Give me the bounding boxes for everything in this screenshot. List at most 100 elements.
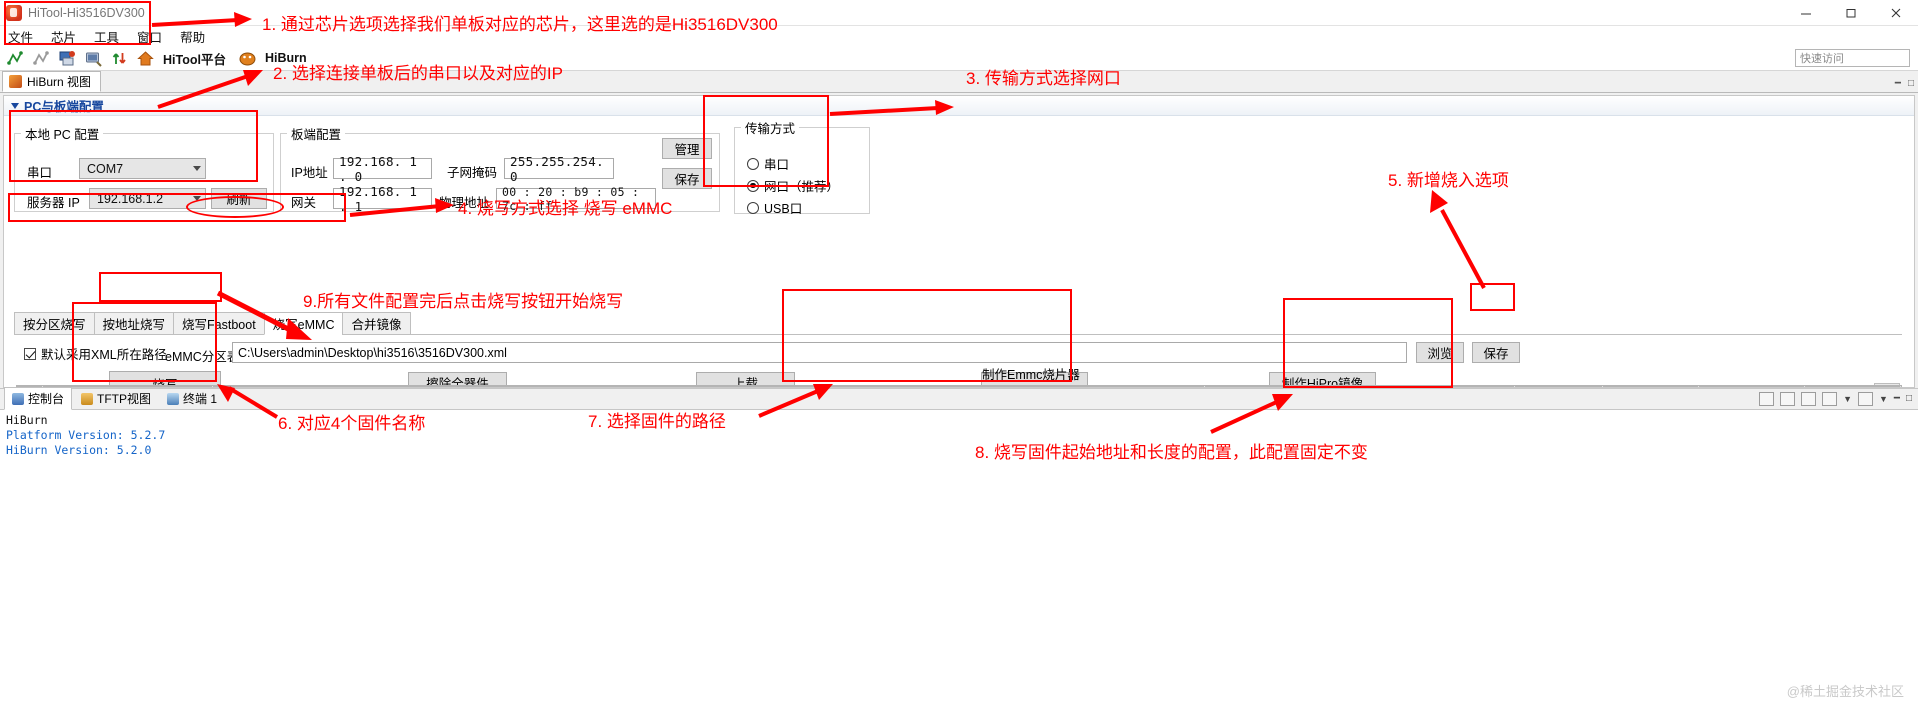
hiburn-icon[interactable] xyxy=(239,50,256,67)
minimize-button[interactable] xyxy=(1783,0,1828,26)
transfer-icon[interactable] xyxy=(59,50,76,67)
view-maximize-icon[interactable]: □ xyxy=(1908,78,1914,89)
board-config-legend: 板端配置 xyxy=(287,124,345,143)
tab-burn-by-address[interactable]: 按地址烧写 xyxy=(94,312,175,335)
checkbox-icon[interactable] xyxy=(24,348,36,360)
browse-button[interactable]: 浏览 xyxy=(1416,342,1464,363)
burn-method-tabs: 按分区烧写 按地址烧写 烧写Fastboot 烧写eMMC 合并镜像 xyxy=(14,312,410,335)
collapse-triangle-icon[interactable] xyxy=(11,103,19,109)
tab-burn-fastboot[interactable]: 烧写Fastboot xyxy=(173,312,265,335)
window-controls xyxy=(1783,0,1918,26)
maximize-button[interactable] xyxy=(1828,0,1873,26)
console-icon xyxy=(12,393,24,405)
view-tab-hiburn[interactable]: HiBurn 视图 xyxy=(2,71,101,92)
console-output[interactable]: HiBurn Platform Version: 5.2.7 HiBurn Ve… xyxy=(0,409,1918,706)
manage-button[interactable]: 管理 xyxy=(662,138,712,159)
board-ip-label: IP地址 xyxy=(291,162,328,181)
tftp-icon xyxy=(81,393,93,405)
terminal-icon[interactable] xyxy=(85,50,102,67)
menu-item-tools[interactable]: 工具 xyxy=(92,26,121,47)
app-logo-icon xyxy=(6,5,22,21)
transfer-option-label: USB口 xyxy=(764,198,802,217)
console-action-3-icon[interactable] xyxy=(1801,392,1816,406)
view-tab-label: HiBurn 视图 xyxy=(27,73,91,90)
subnet-mask-input[interactable]: 255.255.254. 0 xyxy=(504,158,614,179)
local-pc-legend: 本地 PC 配置 xyxy=(21,124,103,143)
toolbar-hiburn-label[interactable]: HiBurn xyxy=(265,51,307,65)
bottom-tab-label: TFTP视图 xyxy=(97,390,151,407)
main-panel: PC与板端配置 本地 PC 配置 串口 COM7 服务器 IP 192.168.… xyxy=(3,95,1915,388)
subnet-mask-label: 子网掩码 xyxy=(447,162,497,181)
chevron-down-icon-2[interactable]: ▼ xyxy=(1879,394,1888,404)
application-window: HiTool-Hi3516DV300 文件 芯片 工具 窗口 帮助 xyxy=(0,0,1918,706)
minimize-panel-icon[interactable]: ━ xyxy=(1894,393,1900,404)
server-ip-value: 192.168.1.2 xyxy=(97,192,163,206)
console-action-2-icon[interactable] xyxy=(1780,392,1795,406)
bottom-tab-strip: 控制台 TFTP视图 终端 1 ▼ ▼ ━ □ xyxy=(0,388,1918,409)
chevron-down-icon xyxy=(193,166,201,171)
bottom-tab-label: 终端 1 xyxy=(183,390,217,407)
local-pc-config-group: 本地 PC 配置 串口 COM7 服务器 IP 192.168.1.2 刷新 xyxy=(14,124,274,212)
hiburn-tab-icon xyxy=(9,75,22,88)
radio-icon[interactable] xyxy=(747,202,759,214)
bottom-tab-label: 控制台 xyxy=(28,390,64,407)
bottom-tab-terminal[interactable]: 终端 1 xyxy=(160,388,224,409)
view-tab-strip: HiBurn 视图 ━ □ xyxy=(0,71,1918,93)
transfer-option-label: 网口（推荐） xyxy=(764,176,839,195)
toolbar: HiTool平台 HiBurn 快速访问 xyxy=(0,46,1918,71)
radio-icon[interactable] xyxy=(747,158,759,170)
console-action-1-icon[interactable] xyxy=(1759,392,1774,406)
refresh-button[interactable]: 刷新 xyxy=(211,188,267,209)
chevron-down-icon[interactable]: ▼ xyxy=(1843,394,1852,404)
transfer-mode-legend: 传输方式 xyxy=(741,118,799,137)
terminal-icon xyxy=(167,393,179,405)
view-tab-window-actions: ━ □ xyxy=(1895,78,1914,89)
tab-burn-by-partition[interactable]: 按分区烧写 xyxy=(14,312,95,335)
home-icon[interactable] xyxy=(137,50,154,67)
console-line: Platform Version: 5.2.7 xyxy=(6,428,1912,443)
menu-item-chip[interactable]: 芯片 xyxy=(49,26,78,47)
view-minimize-icon[interactable]: ━ xyxy=(1895,78,1901,89)
window-title: HiTool-Hi3516DV300 xyxy=(28,6,145,20)
pc-board-config-header[interactable]: PC与板端配置 xyxy=(4,96,1914,116)
board-config-group: 板端配置 IP地址 192.168. 1 . 0 网关 192.168. 1 .… xyxy=(280,124,720,212)
transfer-option-usb[interactable]: USB口 xyxy=(747,198,802,217)
server-ip-select[interactable]: 192.168.1.2 xyxy=(89,188,206,209)
menu-bar: 文件 芯片 工具 窗口 帮助 xyxy=(0,26,1918,46)
serial-port-select[interactable]: COM7 xyxy=(79,158,206,179)
emmc-partition-file-input[interactable]: C:\Users\admin\Desktop\hi3516\3516DV300.… xyxy=(232,342,1407,363)
bottom-tab-console[interactable]: 控制台 xyxy=(4,387,72,410)
transfer-option-network[interactable]: 网口（推荐） xyxy=(747,176,839,195)
net-disabled-icon[interactable] xyxy=(33,50,50,67)
server-ip-label: 服务器 IP xyxy=(27,192,80,211)
tab-burn-emmc[interactable]: 烧写eMMC xyxy=(264,312,344,335)
default-xml-path-checkbox-row[interactable]: 默认采用XML所在路径 xyxy=(24,344,167,363)
mac-address-label: 物理地址 xyxy=(439,192,489,211)
net-icon[interactable] xyxy=(7,50,24,67)
xml-save-button[interactable]: 保存 xyxy=(1472,342,1520,363)
console-action-4-icon[interactable] xyxy=(1822,392,1837,406)
group-title: PC与板端配置 xyxy=(24,96,104,115)
menu-item-help[interactable]: 帮助 xyxy=(178,26,207,47)
updown-arrows-icon[interactable] xyxy=(111,50,128,67)
transfer-option-serial[interactable]: 串口 xyxy=(747,154,789,173)
menu-item-file[interactable]: 文件 xyxy=(6,26,35,47)
mac-address-input[interactable]: 00 : 20 : b9 : 05 : 7c : ff xyxy=(496,188,656,209)
title-bar: HiTool-Hi3516DV300 xyxy=(0,0,1918,26)
menu-item-window[interactable]: 窗口 xyxy=(135,26,164,47)
radio-selected-icon[interactable] xyxy=(747,180,759,192)
toolbar-platform-label[interactable]: HiTool平台 xyxy=(163,49,226,68)
maximize-panel-icon[interactable]: □ xyxy=(1906,393,1912,404)
serial-port-value: COM7 xyxy=(87,162,123,176)
console-action-5-icon[interactable] xyxy=(1858,392,1873,406)
transfer-mode-group: 传输方式 串口 网口（推荐） USB口 xyxy=(734,118,870,214)
close-button[interactable] xyxy=(1873,0,1918,26)
gateway-input[interactable]: 192.168. 1 . 1 xyxy=(333,188,432,209)
board-save-button[interactable]: 保存 xyxy=(662,168,712,189)
bottom-tab-actions: ▼ ▼ ━ □ xyxy=(1759,392,1912,406)
board-ip-input[interactable]: 192.168. 1 . 0 xyxy=(333,158,432,179)
console-title: HiBurn xyxy=(6,413,1912,428)
bottom-tab-tftp[interactable]: TFTP视图 xyxy=(74,388,158,409)
tab-merge-image[interactable]: 合并镜像 xyxy=(342,312,410,335)
quick-access-input[interactable]: 快速访问 xyxy=(1795,49,1910,67)
